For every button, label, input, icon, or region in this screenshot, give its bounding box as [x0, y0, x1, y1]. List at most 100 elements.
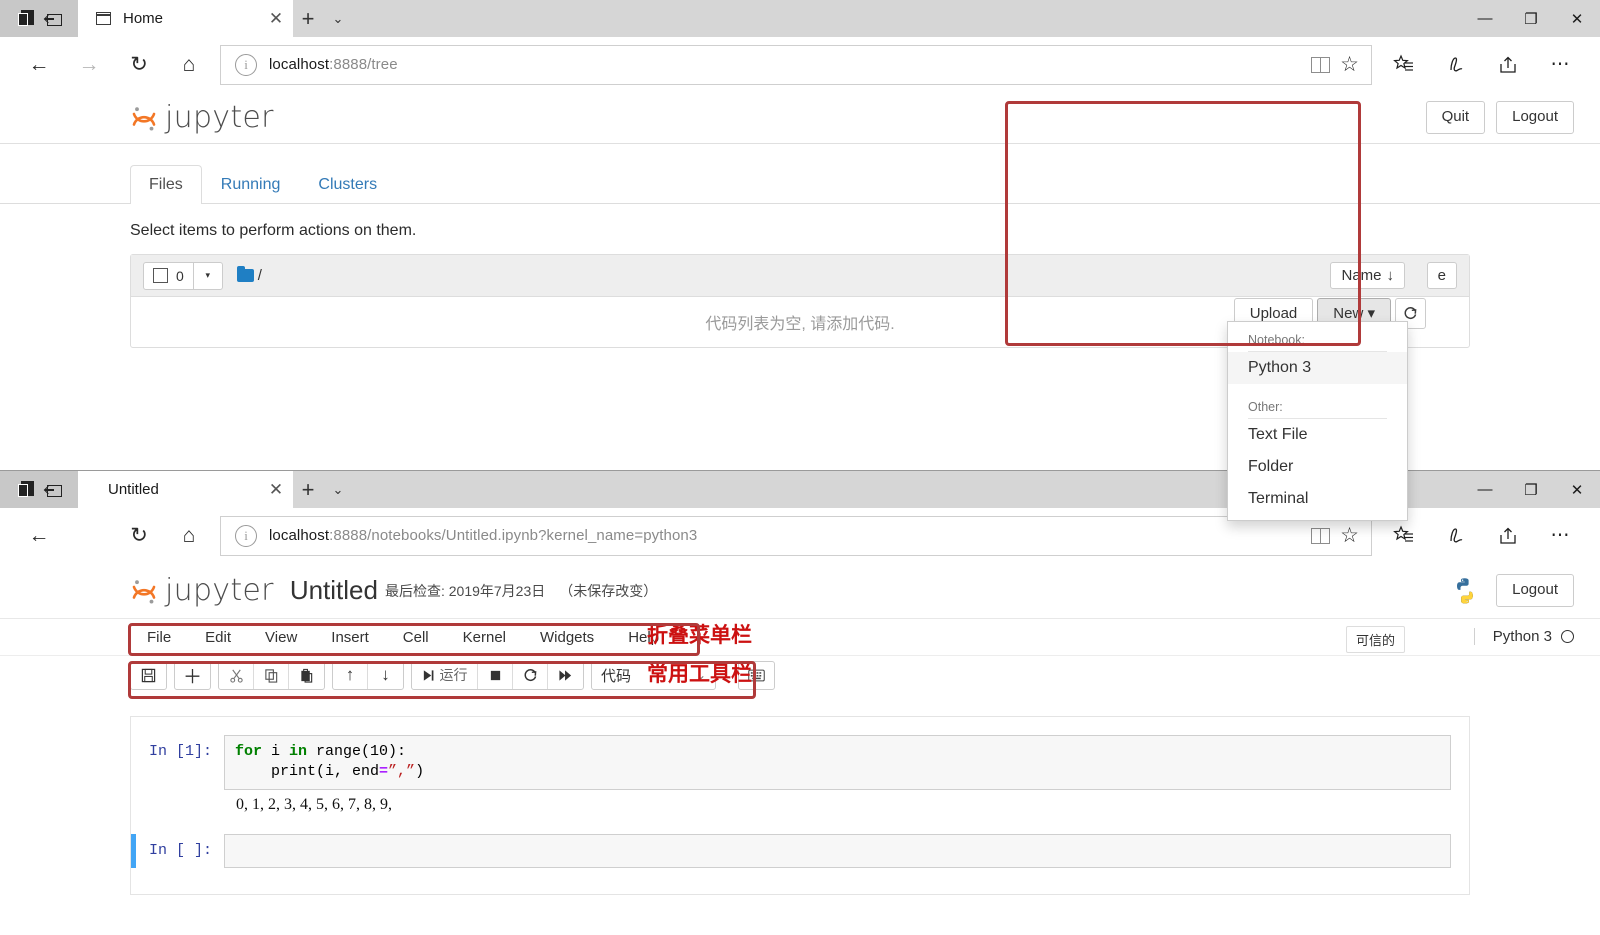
- browser-tab-home[interactable]: Home ✕: [78, 0, 293, 37]
- back-button[interactable]: ←: [14, 514, 64, 558]
- minimize-button[interactable]: —: [1462, 471, 1508, 508]
- tabs-preview-icon[interactable]: [18, 10, 35, 27]
- dropdown-item-python3[interactable]: Python 3: [1228, 352, 1407, 384]
- menu-file[interactable]: File: [130, 619, 188, 656]
- kernel-name-label: Python 3: [1492, 628, 1552, 645]
- notebook-title[interactable]: Untitled: [290, 575, 378, 606]
- new-dropdown-menu: Notebook: Python 3 Other: Text File Fold…: [1227, 321, 1408, 521]
- menu-view[interactable]: View: [248, 619, 314, 656]
- sort-by-name-control[interactable]: Name ↓: [1330, 262, 1405, 289]
- share-icon[interactable]: [1482, 43, 1534, 87]
- reload-button[interactable]: ↻: [114, 43, 164, 87]
- select-dropdown-chevron-down-icon[interactable]: ▾: [194, 263, 222, 289]
- maximize-button[interactable]: ❐: [1508, 471, 1554, 508]
- tab-menu-chevron-down-icon[interactable]: ⌄: [323, 0, 353, 37]
- notebook-menu-bar: File Edit View Insert Cell Kernel Widget…: [0, 619, 1600, 656]
- move-cell-down-button[interactable]: ↓: [368, 662, 403, 689]
- code-editor[interactable]: for i in range(10): print(i, end=”,”): [224, 735, 1451, 790]
- menu-kernel[interactable]: Kernel: [446, 619, 523, 656]
- copy-cell-button[interactable]: [254, 661, 289, 689]
- restart-and-run-all-button[interactable]: [548, 662, 583, 689]
- close-button[interactable]: ✕: [1554, 0, 1600, 37]
- dropdown-item-text-file[interactable]: Text File: [1228, 419, 1407, 451]
- breadcrumb[interactable]: /: [236, 266, 262, 284]
- set-aside-tabs-icon[interactable]: [45, 13, 62, 26]
- tab-files[interactable]: Files: [130, 165, 202, 204]
- notebook-header: jupyter Untitled 最后检查: 2019年7月23日 （未保存改变…: [0, 563, 1600, 619]
- tab-running[interactable]: Running: [202, 165, 300, 204]
- set-aside-tabs-icon[interactable]: [45, 484, 62, 497]
- last-checkpoint-label: 最后检查: 2019年7月23日: [384, 582, 546, 599]
- folder-icon: [236, 266, 254, 282]
- dropdown-item-terminal[interactable]: Terminal: [1228, 483, 1407, 515]
- new-tab-icon[interactable]: +: [293, 471, 323, 508]
- web-notes-pen-icon[interactable]: [1430, 514, 1482, 558]
- maximize-button[interactable]: ❐: [1508, 0, 1554, 37]
- address-bar[interactable]: i localhost:8888/notebooks/Untitled.ipyn…: [220, 515, 1372, 556]
- menu-cell[interactable]: Cell: [386, 619, 446, 656]
- home-button[interactable]: ⌂: [164, 514, 214, 558]
- forward-button[interactable]: →: [64, 43, 114, 87]
- hub-favorites-icon[interactable]: [1378, 43, 1430, 87]
- notebook-toolbar: ＋ ↑ ↓ 运行 代码 ⌄: [0, 656, 1600, 694]
- select-all-group[interactable]: 0 ▾: [143, 261, 223, 290]
- cut-cell-button[interactable]: [219, 661, 254, 689]
- kernel-indicator[interactable]: Python 3: [1473, 628, 1574, 645]
- logout-button[interactable]: Logout: [1496, 574, 1574, 607]
- jupyter-notebook-page: jupyter Untitled 最后检查: 2019年7月23日 （未保存改变…: [0, 563, 1600, 895]
- address-url: localhost:8888/tree: [269, 56, 398, 73]
- tab-title: Home: [123, 10, 164, 27]
- web-notes-pen-icon[interactable]: [1430, 43, 1482, 87]
- tab-clusters[interactable]: Clusters: [299, 165, 396, 204]
- move-cell-up-button[interactable]: ↑: [333, 661, 368, 689]
- share-icon[interactable]: [1482, 514, 1534, 558]
- site-info-icon[interactable]: i: [235, 524, 257, 547]
- more-settings-icon[interactable]: ⋯: [1534, 514, 1586, 558]
- menu-insert[interactable]: Insert: [314, 619, 386, 656]
- code-editor-empty[interactable]: [224, 833, 1451, 868]
- site-info-icon[interactable]: i: [235, 53, 257, 76]
- interrupt-kernel-button[interactable]: [478, 661, 513, 689]
- tab-close-icon[interactable]: ✕: [265, 480, 287, 500]
- dropdown-item-folder[interactable]: Folder: [1228, 451, 1407, 483]
- dropdown-gap: [1228, 384, 1407, 394]
- more-settings-icon[interactable]: ⋯: [1534, 43, 1586, 87]
- system-icons-group: [0, 0, 78, 37]
- menu-widgets[interactable]: Widgets: [523, 619, 611, 656]
- minimize-button[interactable]: —: [1462, 0, 1508, 37]
- reading-view-icon[interactable]: [1311, 527, 1331, 544]
- logout-button[interactable]: Logout: [1496, 101, 1574, 134]
- back-button[interactable]: ←: [14, 43, 64, 87]
- menu-edit[interactable]: Edit: [188, 619, 248, 656]
- reload-button[interactable]: ↻: [114, 514, 164, 558]
- arrow-down-icon: ↓: [381, 665, 390, 684]
- jupyter-logo[interactable]: jupyter: [130, 100, 274, 135]
- tabs-preview-icon[interactable]: [18, 481, 35, 498]
- favorite-star-icon[interactable]: ☆: [1340, 525, 1359, 546]
- browser-tab-untitled[interactable]: Untitled ✕: [78, 471, 293, 508]
- sort-name-button[interactable]: Name ↓: [1330, 262, 1405, 289]
- quit-button[interactable]: Quit: [1425, 101, 1486, 134]
- save-button[interactable]: [131, 662, 166, 689]
- restart-kernel-button[interactable]: [513, 661, 548, 689]
- code-cell-1[interactable]: In [1]: for i in range(10): print(i, end…: [131, 735, 1469, 790]
- checkbox-icon[interactable]: [153, 268, 168, 283]
- browser-window-notebook: Untitled ✕ + ⌄ — ❐ ✕ ← ↻ ⌂ i localhost:8…: [0, 470, 1600, 935]
- home-button[interactable]: ⌂: [164, 43, 214, 87]
- tab-menu-chevron-down-icon[interactable]: ⌄: [323, 471, 353, 508]
- jupyter-logo[interactable]: jupyter: [130, 573, 274, 608]
- favorite-star-icon[interactable]: ☆: [1340, 54, 1359, 75]
- close-button[interactable]: ✕: [1554, 471, 1600, 508]
- run-cell-button[interactable]: 运行: [412, 661, 478, 689]
- reading-view-icon[interactable]: [1311, 56, 1331, 73]
- code-cell-2[interactable]: In [ ]:: [131, 833, 1469, 868]
- tab-close-icon[interactable]: ✕: [265, 9, 287, 29]
- breadcrumb-root[interactable]: /: [258, 267, 262, 284]
- new-tab-icon[interactable]: +: [293, 0, 323, 37]
- select-all-checkbox[interactable]: 0: [144, 262, 194, 289]
- cell-prompt: In [ ]:: [149, 841, 213, 859]
- sort-size-button[interactable]: e: [1426, 262, 1457, 289]
- paste-cell-button[interactable]: [289, 662, 324, 689]
- address-bar[interactable]: i localhost:8888/tree ☆: [220, 44, 1372, 85]
- insert-cell-below-button[interactable]: ＋: [175, 662, 210, 689]
